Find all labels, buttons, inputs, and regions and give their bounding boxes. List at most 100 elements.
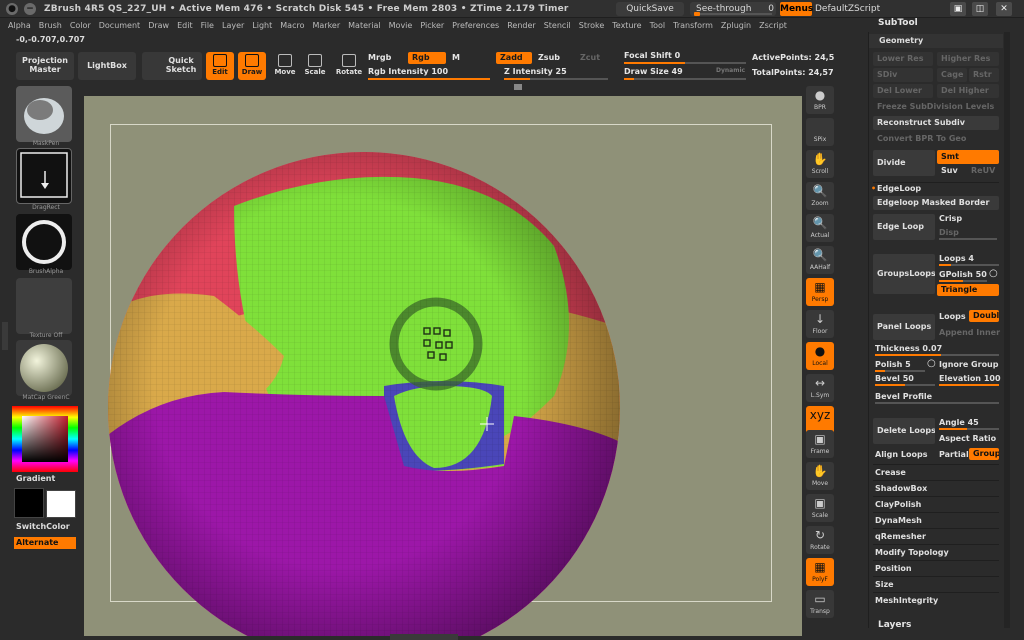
projection-master-button[interactable]: Projection Master	[16, 52, 74, 80]
bevel-profile-button[interactable]: Bevel Profile	[875, 392, 999, 404]
persp-button[interactable]: ▦ Persp	[806, 278, 834, 306]
menu-item-draw[interactable]: Draw	[148, 21, 169, 30]
del-higher-button[interactable]: Del Higher	[937, 84, 999, 98]
subtool-header[interactable]: SubTool	[878, 18, 918, 28]
menu-item-stroke[interactable]: Stroke	[579, 21, 605, 30]
elevation-slider[interactable]: Elevation 100	[939, 374, 1001, 386]
layers-section-header[interactable]: Layers	[878, 620, 911, 630]
scale-button[interactable]: Scale	[302, 52, 328, 80]
menu-item-zplugin[interactable]: Zplugin	[721, 21, 751, 30]
crease-section[interactable]: Crease	[875, 468, 906, 477]
menu-item-stencil[interactable]: Stencil	[544, 21, 571, 30]
divide-button[interactable]: Divide	[873, 150, 935, 176]
spix-button[interactable]: SPix	[806, 118, 834, 146]
partial-toggle[interactable]: Partial	[939, 450, 969, 459]
draw-size-slider[interactable]: Draw Size 49 Dynamic	[624, 67, 746, 80]
groupsloops-button[interactable]: GroupsLoops	[873, 254, 935, 294]
scale-button[interactable]: ▣ Scale	[806, 494, 834, 522]
menu-item-brush[interactable]: Brush	[39, 21, 62, 30]
delete-loops-button[interactable]: Delete Loops	[873, 418, 935, 444]
m-toggle[interactable]: M	[452, 53, 460, 62]
gpolish-circle-icon[interactable]: ○	[989, 268, 998, 279]
menu-item-macro[interactable]: Macro	[280, 21, 304, 30]
texture-thumbnail[interactable]	[16, 278, 72, 334]
zadd-toggle[interactable]: Zadd	[496, 52, 532, 64]
menu-item-color[interactable]: Color	[70, 21, 91, 30]
zsub-toggle[interactable]: Zsub	[538, 53, 560, 62]
secondary-color-swatch[interactable]	[14, 488, 44, 518]
alternate-button[interactable]: Alternate	[14, 537, 76, 549]
bpr-button[interactable]: ● BPR	[806, 86, 834, 114]
aahalf-button[interactable]: 🔍 AAHalf	[806, 246, 834, 274]
edgeloop-masked-border-button[interactable]: Edgeloop Masked Border	[873, 196, 999, 210]
menu-item-file[interactable]: File	[201, 21, 214, 30]
brush-thumbnail[interactable]	[16, 86, 72, 142]
panel-loops-button[interactable]: Panel Loops	[873, 314, 935, 340]
quick-sketch-button[interactable]: Quick Sketch	[142, 52, 202, 80]
groups-toggle[interactable]: Groups	[969, 448, 999, 460]
ignore-groups-toggle[interactable]: Ignore Group	[939, 360, 998, 369]
frame-button[interactable]: ▣ Frame	[806, 430, 834, 458]
draw-button[interactable]: Draw	[238, 52, 266, 80]
convert-bpr-button[interactable]: Convert BPR To Geo	[873, 132, 999, 146]
polyf-button[interactable]: ▦ PolyF	[806, 558, 834, 586]
menu-item-picker[interactable]: Picker	[420, 21, 444, 30]
shadowbox-section[interactable]: ShadowBox	[875, 484, 927, 493]
menu-item-zscript[interactable]: Zscript	[759, 21, 787, 30]
sdiv-slider[interactable]: SDiv	[873, 68, 933, 82]
suv-toggle[interactable]: Suv	[937, 164, 965, 178]
lightbox-button[interactable]: LightBox	[78, 52, 136, 80]
see-through-knob[interactable]	[694, 12, 700, 16]
reconstruct-subdiv-button[interactable]: Reconstruct Subdiv	[873, 116, 999, 130]
canvas-handle-icon[interactable]	[514, 84, 522, 90]
size-section[interactable]: Size	[875, 580, 894, 589]
menu-item-preferences[interactable]: Preferences	[452, 21, 499, 30]
window-icon[interactable]: ◫	[972, 2, 988, 16]
rstr-button[interactable]: Rstr	[969, 68, 999, 82]
zoom-button[interactable]: 🔍 Zoom	[806, 182, 834, 210]
rotate-button[interactable]: Rotate	[334, 52, 364, 80]
angle-slider[interactable]: Angle 45	[939, 418, 999, 430]
menu-item-movie[interactable]: Movie	[389, 21, 413, 30]
dynamic-toggle[interactable]: Dynamic	[716, 67, 745, 74]
menu-item-tool[interactable]: Tool	[650, 21, 666, 30]
z-intensity-slider[interactable]: Z Intensity 25	[504, 67, 608, 80]
freeze-subdivision-button[interactable]: Freeze SubDivision Levels	[873, 100, 999, 114]
gpolish-slider[interactable]: GPolish 50	[939, 270, 987, 282]
smt-toggle[interactable]: Smt	[937, 150, 999, 164]
move-button[interactable]: ✋ Move	[806, 462, 834, 490]
alpha-thumbnail[interactable]	[16, 214, 72, 270]
rotate-button[interactable]: ↻ Rotate	[806, 526, 834, 554]
quicksave-button[interactable]: QuickSave	[616, 2, 684, 16]
position-section[interactable]: Position	[875, 564, 912, 573]
double-toggle[interactable]: Double	[969, 310, 999, 322]
polish-slider[interactable]: Polish 5	[875, 360, 925, 372]
edge-loop-button[interactable]: Edge Loop	[873, 214, 935, 240]
loops2-slider[interactable]: Loops	[939, 312, 966, 321]
del-lower-button[interactable]: Del Lower	[873, 84, 933, 98]
reuv-button[interactable]: ReUV	[967, 164, 999, 178]
menu-item-layer[interactable]: Layer	[222, 21, 244, 30]
meshintegrity-section[interactable]: MeshIntegrity	[875, 596, 938, 605]
gradient-toggle[interactable]: Gradient	[16, 474, 55, 483]
polish-circle-icon[interactable]: ○	[927, 358, 936, 369]
thickness-slider[interactable]: Thickness 0.07	[875, 344, 999, 356]
minimize-circle-button[interactable]: −	[24, 2, 36, 15]
move-button[interactable]: Move	[272, 52, 298, 80]
actual-button[interactable]: 🔍 Actual	[806, 214, 834, 242]
menu-item-texture[interactable]: Texture	[612, 21, 641, 30]
bottom-tray-tab[interactable]	[390, 634, 458, 640]
edgeloop-section-header[interactable]: EdgeLoop	[877, 184, 921, 193]
switchcolor-button[interactable]: SwitchColor	[16, 522, 70, 531]
panel-scrollbar[interactable]	[1004, 32, 1010, 628]
floor-button[interactable]: ↓ Floor	[806, 310, 834, 338]
stroke-thumbnail[interactable]	[16, 148, 72, 204]
menu-item-marker[interactable]: Marker	[312, 21, 340, 30]
material-thumbnail[interactable]	[16, 340, 72, 396]
menu-item-transform[interactable]: Transform	[673, 21, 713, 30]
claypolish-section[interactable]: ClayPolish	[875, 500, 921, 509]
modify-topology-section[interactable]: Modify Topology	[875, 548, 949, 557]
qremesher-section[interactable]: qRemesher	[875, 532, 926, 541]
edit-button[interactable]: Edit	[206, 52, 234, 80]
zcut-toggle[interactable]: Zcut	[580, 53, 600, 62]
